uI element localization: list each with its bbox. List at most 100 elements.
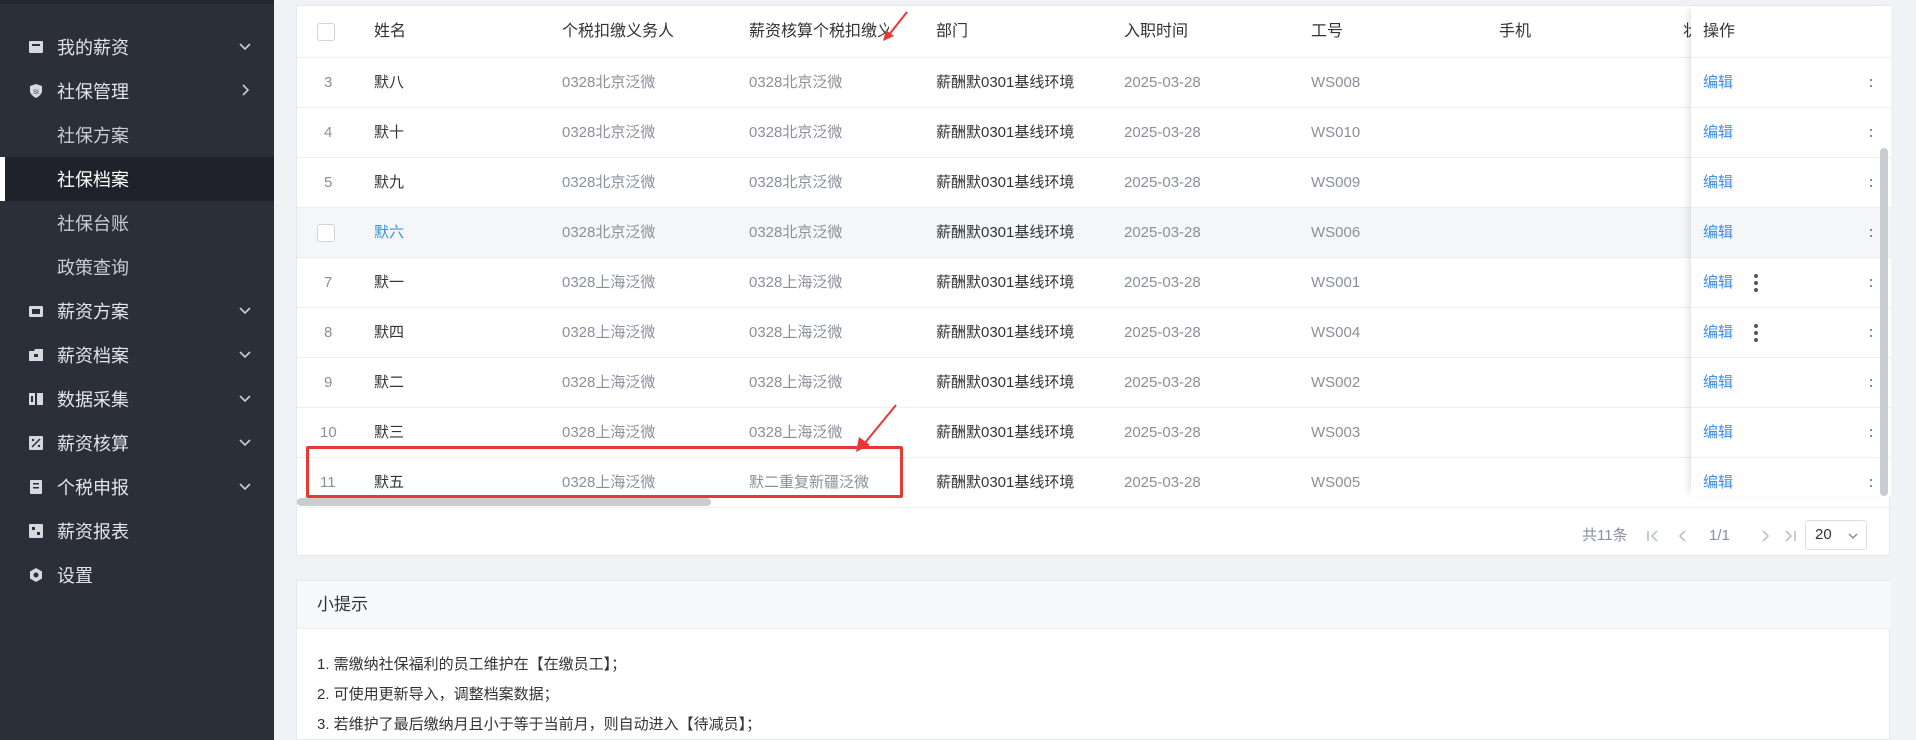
- chevron-down-icon: [239, 351, 251, 359]
- header-name[interactable]: 姓名: [374, 6, 406, 58]
- row-department: 薪酬默0301基线环境: [936, 224, 1075, 241]
- sidebar-subitem-label: 社保档案: [57, 170, 129, 190]
- tip-line: 3. 若维护了最后缴纳月且小于等于当前月，则自动进入【待减员】；: [317, 716, 762, 733]
- edit-link[interactable]: 编辑: [1703, 308, 1733, 358]
- tip-line: 2. 可使用更新导入，调整档案数据；: [317, 686, 559, 703]
- table-row[interactable]: 9 默二 0328上海泛微 0328上海泛微 薪酬默0301基线环境 2025-…: [297, 358, 1891, 408]
- row-employee-no: WS010: [1311, 124, 1361, 141]
- prev-page-icon[interactable]: [1675, 528, 1691, 544]
- row-tax-agent: 0328上海泛微: [562, 374, 656, 391]
- more-icon-clipped[interactable]: [1869, 78, 1873, 88]
- sidebar-item-label: 薪资核算: [57, 434, 129, 454]
- sidebar-subitem-policy-query[interactable]: 政策查询: [0, 245, 274, 289]
- sidebar-item-salary-calc[interactable]: 薪资核算: [0, 421, 274, 465]
- sidebar-item-social-security[interactable]: SI 社保管理: [0, 69, 274, 113]
- data-icon: [29, 393, 43, 405]
- sidebar-subitem-label: 社保方案: [57, 126, 129, 146]
- action-cell: 编辑: [1691, 308, 1891, 358]
- more-icon-clipped[interactable]: [1869, 178, 1873, 188]
- sidebar-item-tax-report[interactable]: 个税申报: [0, 465, 274, 509]
- action-cell: 编辑: [1691, 158, 1891, 208]
- next-page-icon[interactable]: [1757, 528, 1773, 544]
- page-size-select[interactable]: 20: [1805, 520, 1867, 550]
- more-icon-clipped[interactable]: [1869, 328, 1873, 338]
- sidebar-item-salary-plan[interactable]: 薪资方案: [0, 289, 274, 333]
- tax-icon: [30, 480, 42, 494]
- row-employee-no: WS005: [1311, 474, 1361, 491]
- chevron-down-icon: [239, 439, 251, 447]
- action-column-header: 操作: [1691, 6, 1891, 58]
- more-icon-clipped[interactable]: [1869, 128, 1873, 138]
- sidebar-item-my-salary[interactable]: 我的薪资: [0, 25, 274, 69]
- row-department: 薪酬默0301基线环境: [936, 74, 1075, 91]
- header-calc-tax-agent[interactable]: 薪资核算个税扣缴义: [749, 6, 889, 58]
- wallet-icon: [29, 41, 43, 53]
- table-row-hovered[interactable]: 默六 0328北京泛微 0328北京泛微 薪酬默0301基线环境 2025-03…: [297, 208, 1891, 258]
- row-employee-no: WS008: [1311, 74, 1361, 91]
- shield-icon: SI: [30, 84, 42, 98]
- sidebar-item-data-collect[interactable]: 数据采集: [0, 377, 274, 421]
- more-icon-clipped[interactable]: [1869, 428, 1873, 438]
- table-row[interactable]: 4 默十 0328北京泛微 0328北京泛微 薪酬默0301基线环境 2025-…: [297, 108, 1891, 158]
- tip-line: 1. 需缴纳社保福利的员工维护在【在缴员工】；: [317, 656, 627, 673]
- pagination-page: 1/1: [1709, 527, 1730, 544]
- table-row[interactable]: 5 默九 0328北京泛微 0328北京泛微 薪酬默0301基线环境 2025-…: [297, 158, 1891, 208]
- header-status-truncated[interactable]: 状: [1683, 6, 1691, 58]
- sidebar-item-label: 薪资档案: [57, 346, 129, 366]
- sidebar-item-salary-archive[interactable]: 薪资档案: [0, 333, 274, 377]
- edit-link[interactable]: 编辑: [1703, 358, 1733, 408]
- vertical-scrollbar[interactable]: [1879, 6, 1889, 496]
- row-employee-no: WS004: [1311, 324, 1361, 341]
- row-tax-agent: 0328上海泛微: [562, 324, 656, 341]
- header-join-date[interactable]: 入职时间: [1124, 6, 1188, 58]
- edit-link[interactable]: 编辑: [1703, 158, 1733, 208]
- header-employee-no[interactable]: 工号: [1311, 6, 1343, 58]
- row-join-date: 2025-03-28: [1124, 474, 1201, 491]
- sidebar-subitem-ss-ledger[interactable]: 社保台账: [0, 201, 274, 245]
- sidebar-subitem-ss-plan[interactable]: 社保方案: [0, 113, 274, 157]
- sidebar-item-settings[interactable]: 设置: [0, 553, 274, 597]
- row-name: 默四: [374, 324, 405, 341]
- row-calc-tax-agent: 0328上海泛微: [749, 374, 843, 391]
- calculator-icon: [29, 436, 43, 450]
- table-row[interactable]: 8 默四 0328上海泛微 0328上海泛微 薪酬默0301基线环境 2025-…: [297, 308, 1891, 358]
- edit-link[interactable]: 编辑: [1703, 258, 1733, 308]
- sidebar-subitem-ss-archive[interactable]: 社保档案: [0, 157, 274, 201]
- select-all-checkbox[interactable]: [317, 23, 335, 41]
- tips-card: 小提示 1. 需缴纳社保福利的员工维护在【在缴员工】； 2. 可使用更新导入，调…: [296, 580, 1891, 740]
- horizontal-scrollbar-thumb[interactable]: [297, 498, 711, 506]
- more-vertical-icon[interactable]: [1753, 323, 1759, 343]
- sidebar-item-salary-report[interactable]: 薪资报表: [0, 509, 274, 553]
- sidebar: 我的薪资 SI 社保管理 社保方案 社保档案 社保台账 政策查询 薪资方案 薪资…: [0, 0, 274, 740]
- chevron-down-icon: [239, 307, 251, 315]
- row-name-link[interactable]: 默六: [374, 208, 404, 258]
- more-icon-clipped[interactable]: [1869, 278, 1873, 288]
- edit-link[interactable]: 编辑: [1703, 108, 1733, 158]
- more-icon-clipped[interactable]: [1869, 228, 1873, 238]
- table-row[interactable]: 7 默一 0328上海泛微 0328上海泛微 薪酬默0301基线环境 2025-…: [297, 258, 1891, 308]
- row-join-date: 2025-03-28: [1124, 224, 1201, 241]
- edit-link[interactable]: 编辑: [1703, 208, 1733, 258]
- row-tax-agent: 0328北京泛微: [562, 124, 656, 141]
- header-department[interactable]: 部门: [936, 6, 968, 58]
- more-icon-clipped[interactable]: [1869, 478, 1873, 488]
- edit-link[interactable]: 编辑: [1703, 58, 1733, 108]
- header-tax-agent[interactable]: 个税扣缴义务人: [562, 6, 674, 58]
- edit-link[interactable]: 编辑: [1703, 458, 1733, 508]
- row-select-checkbox[interactable]: [317, 224, 335, 242]
- table-row[interactable]: 3 默八 0328北京泛微 0328北京泛微 薪酬默0301基线环境 2025-…: [297, 58, 1891, 108]
- more-vertical-icon[interactable]: [1753, 273, 1759, 293]
- header-phone[interactable]: 手机: [1499, 6, 1531, 58]
- more-icon-clipped[interactable]: [1869, 378, 1873, 388]
- first-page-icon[interactable]: [1645, 528, 1661, 544]
- chevron-right-icon: [242, 84, 250, 96]
- row-index: 5: [324, 174, 333, 191]
- last-page-icon[interactable]: [1782, 528, 1798, 544]
- sidebar-top-edge: [0, 0, 274, 4]
- edit-link[interactable]: 编辑: [1703, 408, 1733, 458]
- archive-icon: [29, 349, 43, 361]
- row-employee-no: WS003: [1311, 424, 1361, 441]
- action-cell: 编辑: [1691, 408, 1891, 458]
- vertical-scrollbar-thumb[interactable]: [1880, 148, 1888, 496]
- header-action: 操作: [1703, 23, 1736, 40]
